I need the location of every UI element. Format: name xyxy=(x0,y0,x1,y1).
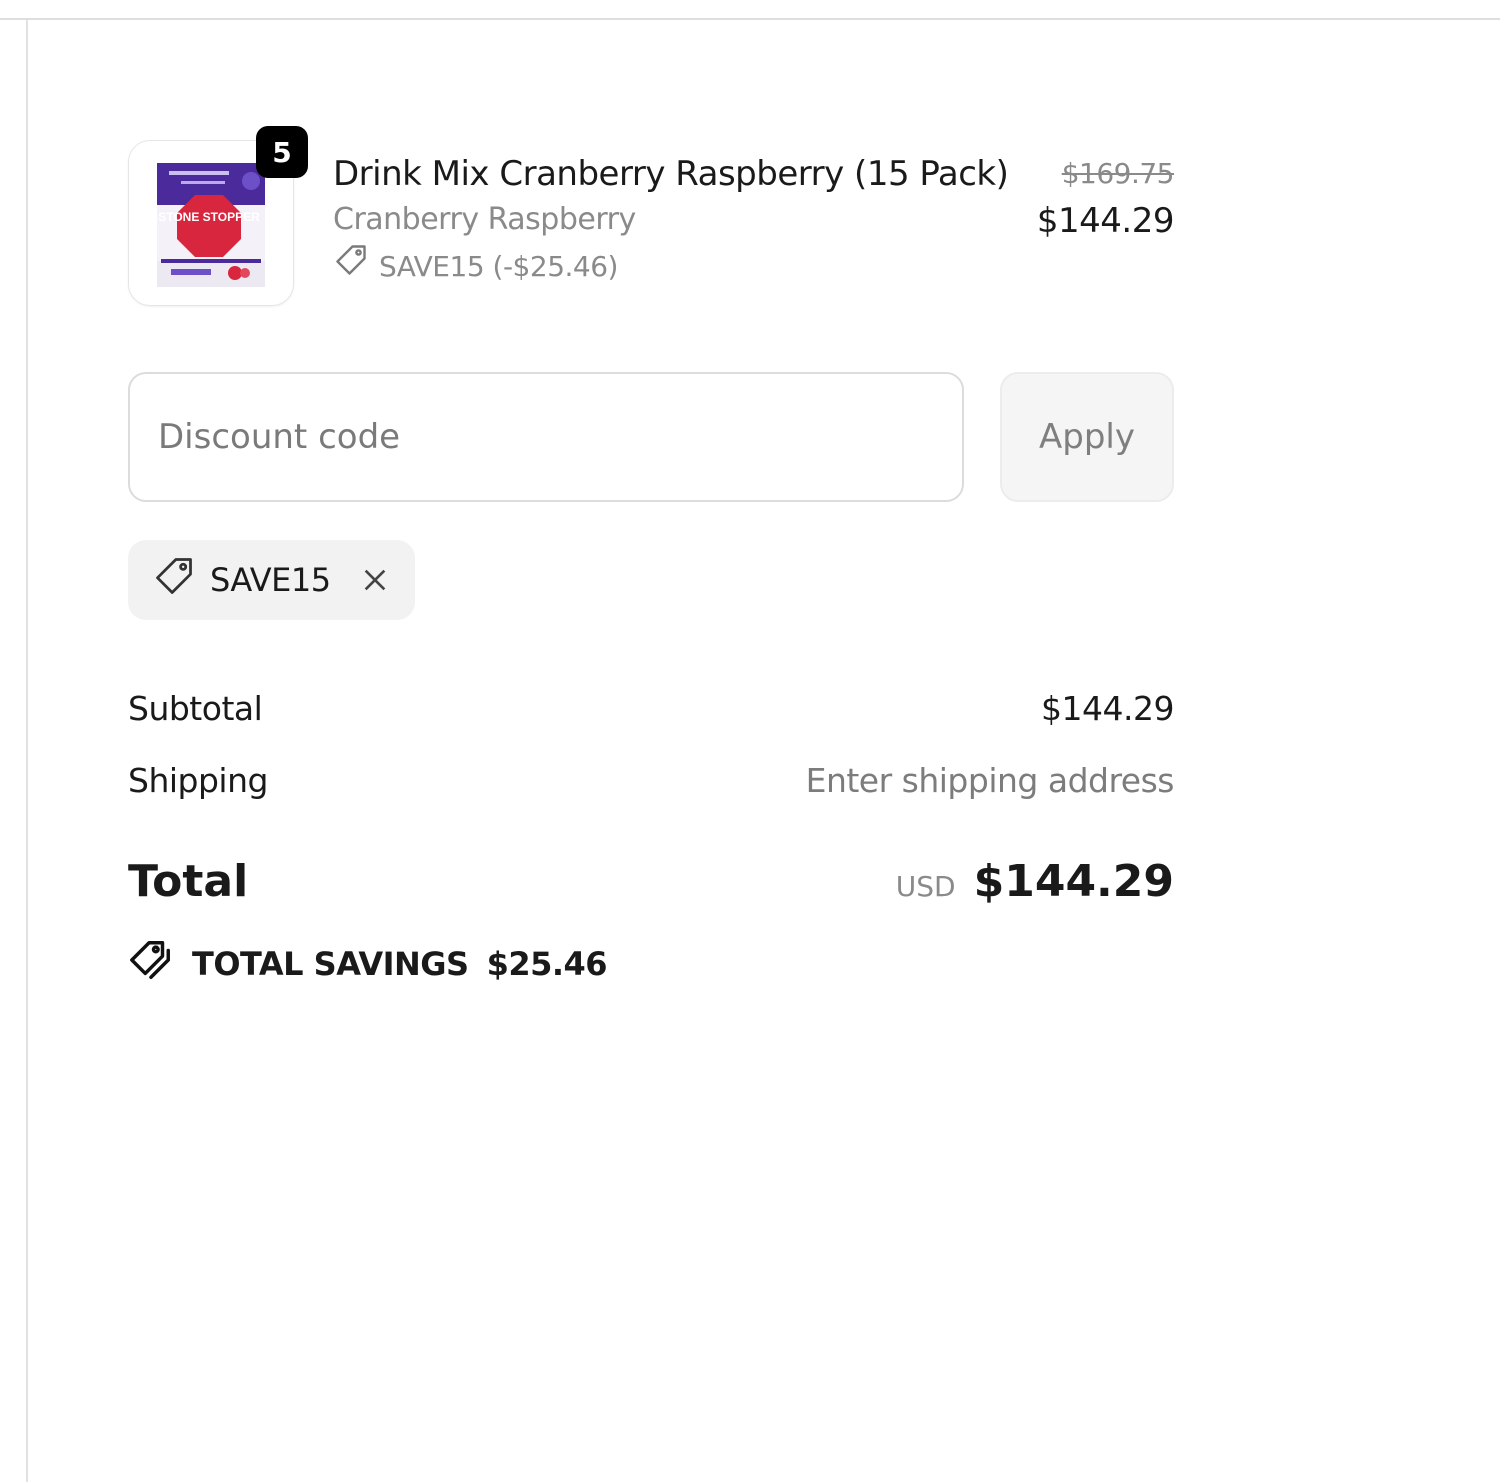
total-amount: $144.29 xyxy=(973,856,1174,907)
original-price: $169.75 xyxy=(1061,157,1175,190)
cart-line-item: STONE STOPPER 5 Drink Mix Cranberry Rasp… xyxy=(128,120,1175,310)
product-variant: Cranberry Raspberry xyxy=(333,202,636,237)
line-item-discount-text: SAVE15 (-$25.46) xyxy=(379,249,618,283)
currency-code: USD xyxy=(895,870,956,903)
column-divider xyxy=(26,20,28,1482)
tag-icon xyxy=(152,554,196,606)
line-item-prices: $169.75 $144.29 xyxy=(1036,154,1175,248)
product-title: Drink Mix Cranberry Raspberry (15 Pack) xyxy=(333,154,1009,194)
subtotal-row: Subtotal $144.29 xyxy=(128,672,1174,744)
quantity-badge: 5 xyxy=(256,126,308,178)
total-row: Total USD $144.29 xyxy=(128,856,1174,907)
close-icon[interactable] xyxy=(359,564,391,596)
order-summary: STONE STOPPER 5 Drink Mix Cranberry Rasp… xyxy=(128,120,1175,991)
total-amount-group: USD $144.29 xyxy=(896,856,1174,907)
subtotal-value: $144.29 xyxy=(1041,688,1174,728)
product-image: STONE STOPPER xyxy=(157,163,265,287)
final-price: $144.29 xyxy=(1036,201,1175,241)
applied-discount-chip: SAVE15 xyxy=(128,540,415,620)
discount-code-input[interactable] xyxy=(128,372,964,502)
shipping-label: Shipping xyxy=(128,760,268,800)
total-savings-label: TOTAL SAVINGS xyxy=(192,945,469,983)
applied-discount-code: SAVE15 xyxy=(210,561,331,599)
total-label: Total xyxy=(128,856,249,907)
total-savings-row: TOTAL SAVINGS $25.46 xyxy=(128,937,1174,991)
total-savings-value: $25.46 xyxy=(486,945,608,983)
shipping-row: Shipping Enter shipping address xyxy=(128,744,1175,816)
product-image-text: STONE STOPPER xyxy=(158,210,260,224)
shipping-value: Enter shipping address xyxy=(805,760,1175,800)
tag-icon xyxy=(333,242,369,291)
line-item-discount: SAVE15 (-$25.46) xyxy=(333,242,1013,291)
header-divider xyxy=(0,0,1500,20)
apply-button[interactable]: Apply xyxy=(1000,372,1174,502)
cost-summary: Subtotal $144.29 Shipping Enter shipping… xyxy=(128,672,1175,991)
line-item-details: Drink Mix Cranberry Raspberry (15 Pack) … xyxy=(333,150,1013,291)
discount-form: Apply xyxy=(128,372,1174,502)
tags-icon xyxy=(128,937,174,991)
subtotal-label: Subtotal xyxy=(128,688,263,728)
